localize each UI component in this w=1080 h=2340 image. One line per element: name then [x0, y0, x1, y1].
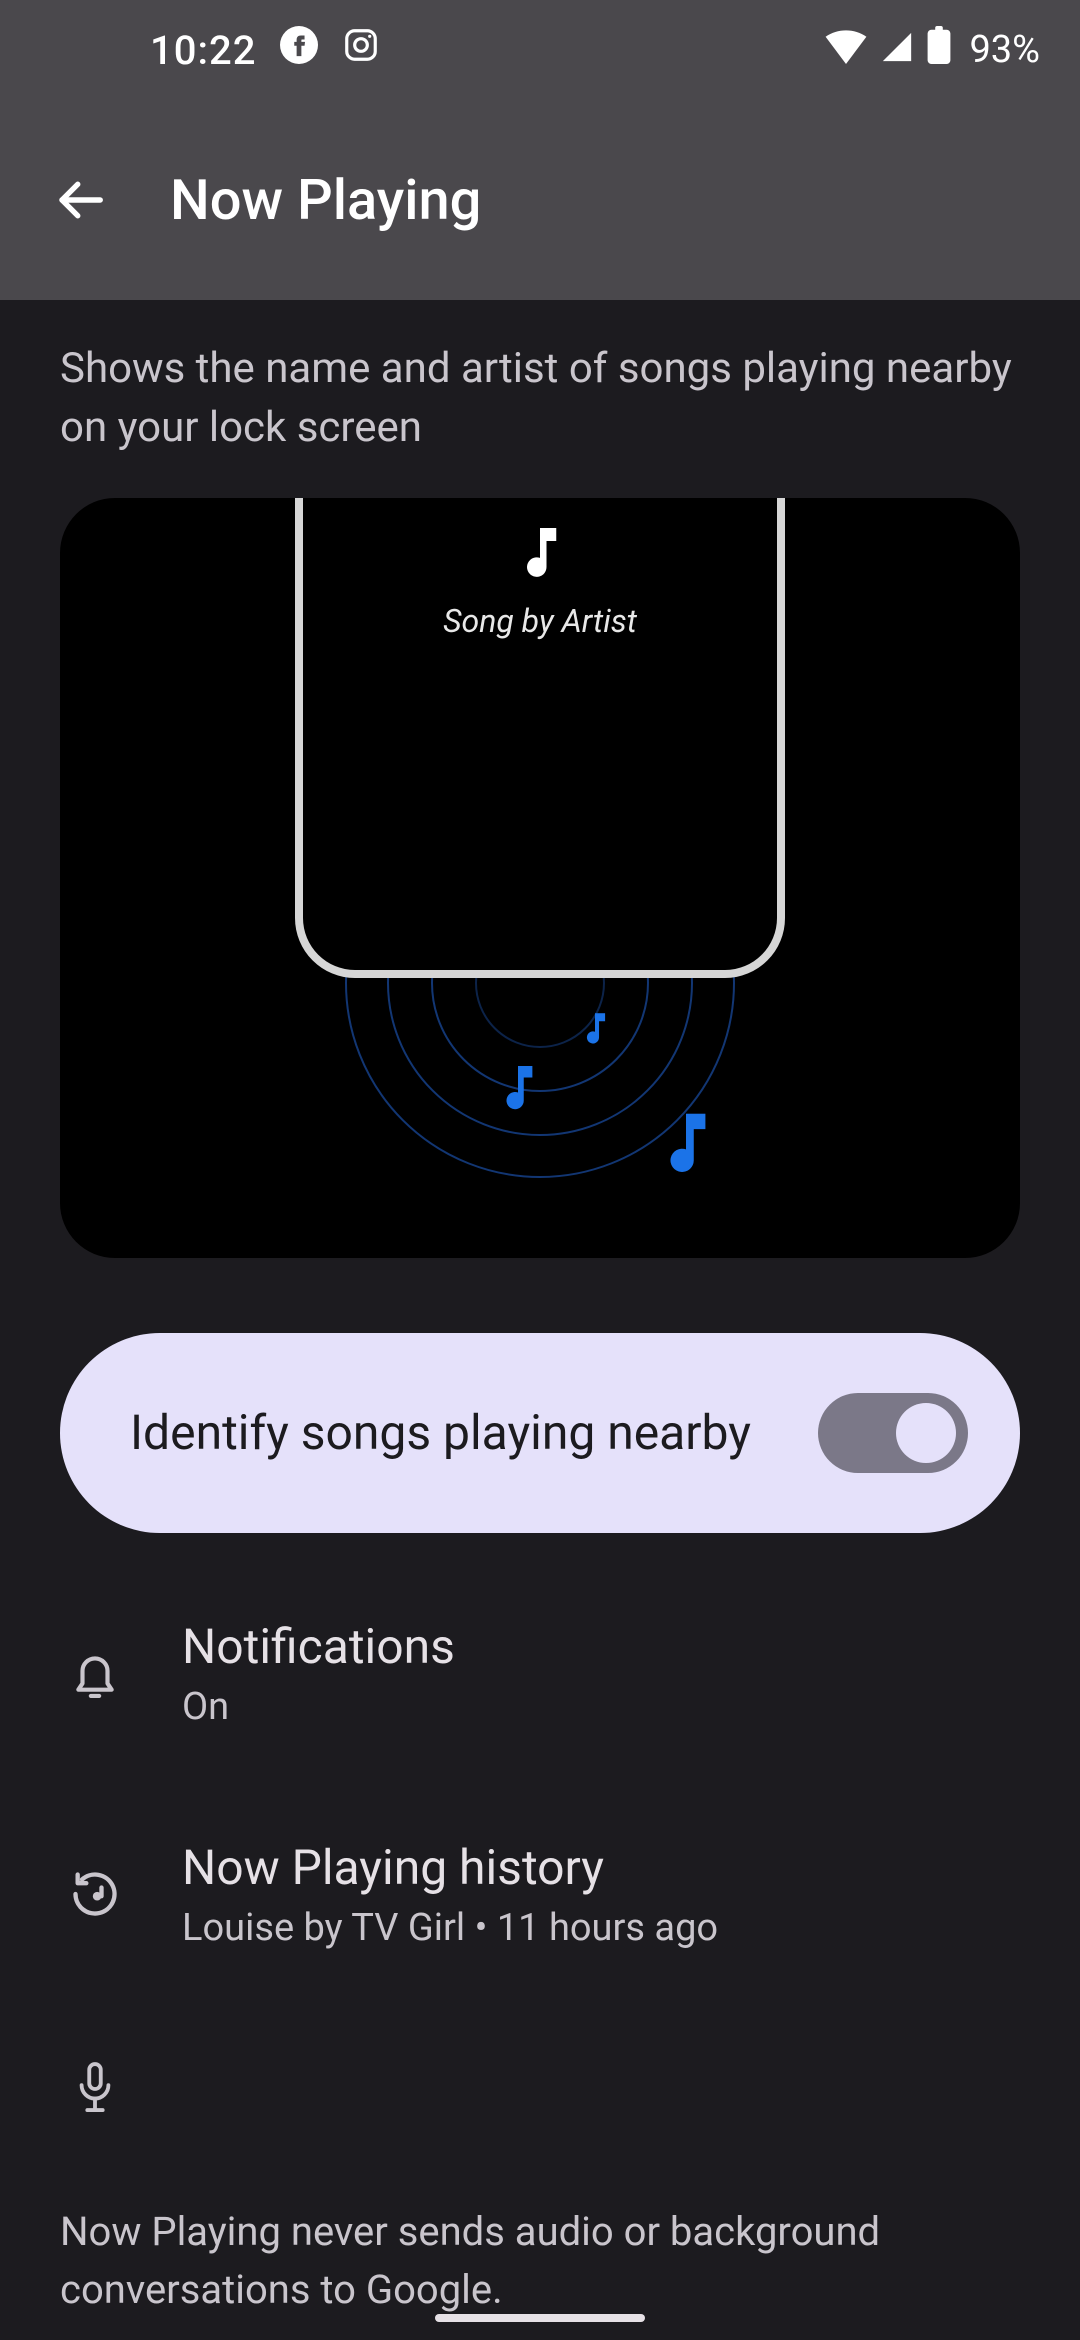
notifications-sub: On — [182, 1685, 455, 1729]
signal-icon — [879, 27, 915, 74]
wifi-icon — [825, 27, 867, 74]
music-note-icon — [500, 1066, 536, 1116]
app-bar: Now Playing — [0, 100, 1080, 300]
music-note-icon — [520, 528, 560, 584]
status-battery: 93% — [969, 28, 1040, 72]
history-row[interactable]: Now Playing history Louise by TV Girl • … — [60, 1784, 1020, 2005]
identify-songs-label: Identify songs playing nearby — [130, 1404, 751, 1461]
notifications-row[interactable]: Notifications On — [60, 1563, 1020, 1784]
facebook-icon — [280, 26, 318, 74]
microphone-icon — [60, 2060, 130, 2118]
history-title: Now Playing history — [182, 1839, 718, 1896]
gesture-nav-handle[interactable] — [435, 2314, 645, 2322]
battery-icon — [927, 26, 951, 74]
status-bar: 10:22 93% — [0, 0, 1080, 100]
phone-illustration: Song by Artist — [295, 498, 785, 978]
identify-songs-toggle-row[interactable]: Identify songs playing nearby — [60, 1333, 1020, 1533]
history-sub: Louise by TV Girl • 11 hours ago — [182, 1906, 718, 1950]
illustration-card: Song by Artist — [60, 498, 1020, 1258]
mic-row[interactable] — [60, 2005, 1020, 2173]
footer-text: Now Playing never sends audio or backgro… — [60, 2173, 1020, 2319]
status-time: 10:22 — [150, 27, 256, 74]
back-button[interactable] — [50, 170, 110, 230]
instagram-icon — [342, 26, 380, 74]
illustration-caption: Song by Artist — [303, 602, 777, 640]
identify-songs-switch[interactable] — [818, 1393, 968, 1473]
music-note-icon — [662, 1113, 710, 1180]
bell-icon — [60, 1645, 130, 1701]
page-description: Shows the name and artist of songs playi… — [60, 340, 1020, 498]
page-title: Now Playing — [170, 167, 481, 233]
music-note-icon — [582, 1013, 608, 1049]
history-icon — [60, 1868, 130, 1920]
notifications-title: Notifications — [182, 1618, 455, 1675]
